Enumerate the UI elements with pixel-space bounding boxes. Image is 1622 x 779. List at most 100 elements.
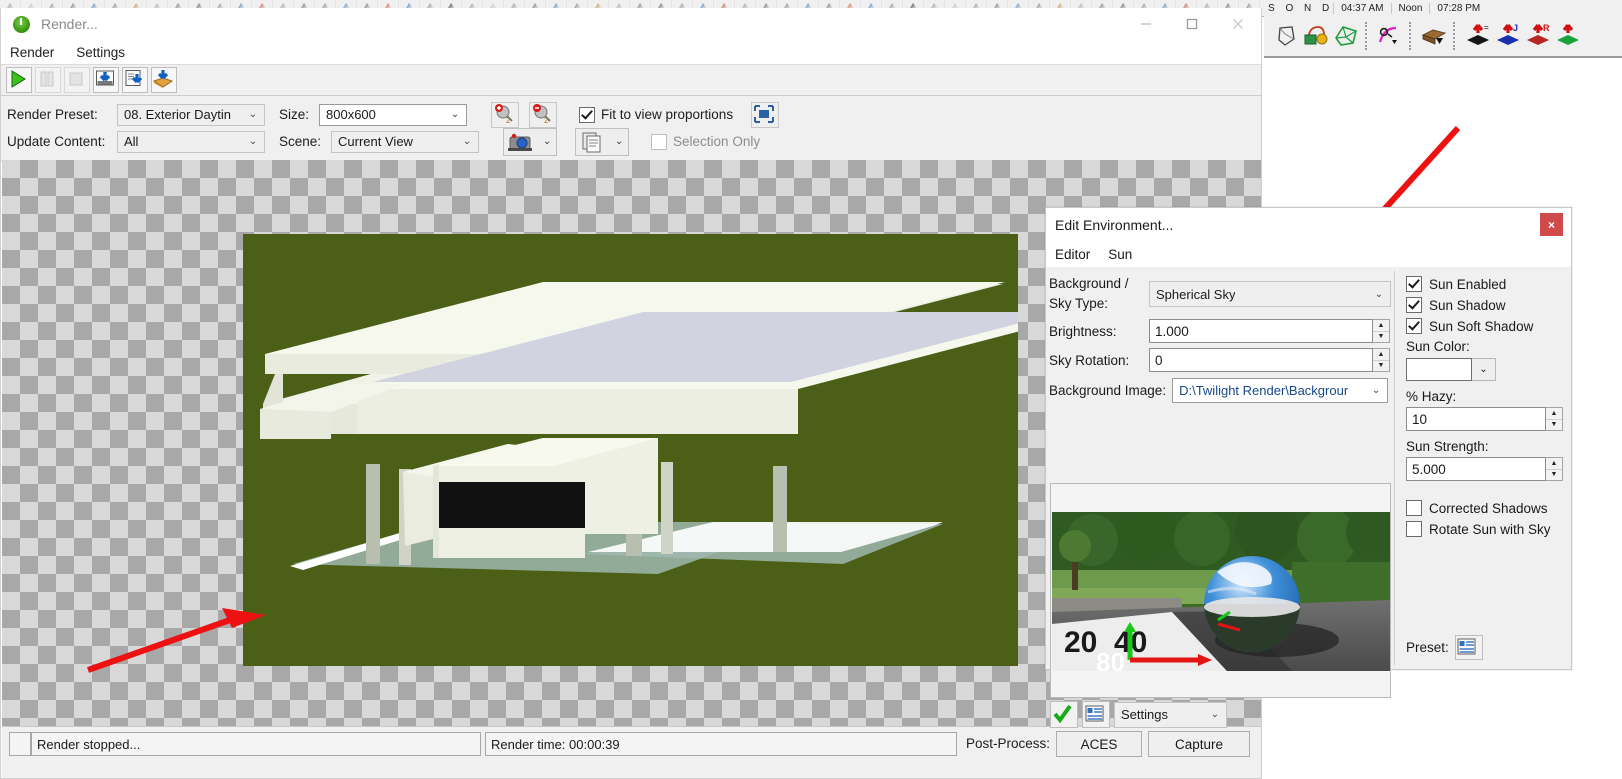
preview-action-row: Settings ⌄: [1050, 701, 1227, 728]
list-icon[interactable]: [1082, 701, 1110, 728]
sky-rotation-input[interactable]: 0: [1149, 348, 1373, 372]
spinner-down-icon[interactable]: ▼: [1546, 470, 1562, 481]
chevron-down-icon: ⌄: [1374, 288, 1384, 300]
chevron-down-icon[interactable]: ⌄: [1472, 358, 1496, 381]
capture-button[interactable]: Capture: [1148, 731, 1251, 757]
solid-tools-icon[interactable]: [1272, 22, 1300, 50]
selection-only-label: Selection Only: [673, 134, 761, 149]
camera-dropdown-button[interactable]: ⌄: [503, 127, 558, 156]
sun-strength-value: 5.000: [1412, 461, 1446, 477]
background-image-select[interactable]: D:\Twilight Render\Backgrour ⌄: [1172, 378, 1389, 403]
render-options-row-2: Update Content: All ⌄ Scene: Current Vie…: [7, 127, 1261, 156]
env-dialog-menubar[interactable]: Editor Sun: [1046, 242, 1571, 267]
sky-rotation-spinner[interactable]: ▲ ▼: [1373, 348, 1390, 372]
preset-icon[interactable]: [1454, 635, 1483, 660]
minimize-button[interactable]: [1123, 8, 1169, 40]
sun-color-swatch[interactable]: [1406, 358, 1472, 381]
env-menu-editor[interactable]: Editor: [1055, 247, 1090, 262]
sun-enabled-row[interactable]: Sun Enabled: [1406, 276, 1571, 292]
render-window-menubar[interactable]: Render Settings: [1, 40, 1261, 64]
push-blue-icon[interactable]: J: [1494, 22, 1522, 50]
close-icon: ×: [1547, 217, 1555, 232]
spinner-down-icon[interactable]: ▼: [1546, 420, 1562, 431]
sandbox-smoove-icon[interactable]: [1302, 22, 1330, 50]
push-red-icon[interactable]: R: [1524, 22, 1552, 50]
capture-button-label: Capture: [1175, 736, 1224, 752]
selection-only-checkbox[interactable]: [651, 133, 668, 150]
push-wood-icon[interactable]: [1420, 22, 1448, 50]
brightness-input[interactable]: 1.000: [1149, 319, 1373, 343]
render-toolbar[interactable]: [1, 64, 1261, 96]
rotate-sun-checkbox[interactable]: [1406, 521, 1422, 537]
hazy-input[interactable]: 10: [1406, 407, 1546, 431]
spinner-up-icon[interactable]: ▲: [1373, 349, 1389, 361]
fit-to-view-label: Fit to view proportions: [601, 107, 734, 122]
toolbar-separator: [1409, 22, 1415, 50]
noon-label: Noon: [1390, 2, 1430, 14]
corrected-shadows-checkbox[interactable]: [1406, 500, 1422, 516]
size-label: Size:: [279, 107, 310, 122]
size-select[interactable]: 800x600 ⌄: [319, 103, 468, 126]
start-render-button[interactable]: [6, 67, 32, 93]
render-window-title: Render...: [41, 16, 98, 32]
corrected-shadows-row[interactable]: Corrected Shadows: [1406, 500, 1571, 516]
sun-soft-shadow-row[interactable]: Sun Soft Shadow: [1406, 318, 1571, 334]
zoom-out-icon[interactable]: 2: [529, 101, 558, 128]
spinner-up-icon[interactable]: ▲: [1546, 458, 1562, 470]
spinner-up-icon[interactable]: ▲: [1373, 320, 1389, 332]
chevron-down-icon[interactable]: ⌄: [538, 136, 556, 147]
green-check-icon[interactable]: [1050, 701, 1078, 728]
bezier-curve-icon[interactable]: [1376, 22, 1404, 50]
sun-strength-spinner[interactable]: ▲ ▼: [1546, 457, 1563, 481]
fit-to-view-checkbox[interactable]: [579, 106, 596, 123]
rotate-sun-row[interactable]: Rotate Sun with Sky: [1406, 521, 1571, 537]
spinner-down-icon[interactable]: ▼: [1373, 361, 1389, 372]
edit-environment-dialog: Edit Environment... × Editor Sun Backgro…: [1045, 207, 1572, 728]
pages-dropdown-button[interactable]: ⌄: [575, 127, 630, 156]
brightness-spinner[interactable]: ▲ ▼: [1373, 319, 1390, 343]
push-green-icon[interactable]: [1554, 22, 1582, 50]
chevron-down-icon[interactable]: ⌄: [610, 136, 628, 147]
background-image-value: D:\Twilight Render\Backgrour: [1179, 383, 1349, 398]
pages-icon[interactable]: [576, 130, 610, 154]
sketchup-secondary-toolbar[interactable]: = J R: [1264, 16, 1622, 58]
sun-soft-shadow-checkbox[interactable]: [1406, 318, 1422, 334]
render-preset-select[interactable]: 08. Exterior Daytin ⌄: [117, 103, 265, 126]
maximize-button[interactable]: [1169, 8, 1215, 40]
zoom-in-icon[interactable]: 2: [491, 101, 520, 128]
hazy-spinner[interactable]: ▲ ▼: [1546, 407, 1563, 431]
background-image-row: Background Image: D:\Twilight Render\Bac…: [1049, 378, 1394, 403]
aces-button[interactable]: ACES: [1056, 731, 1143, 757]
hazy-value: 10: [1412, 411, 1428, 427]
fit-region-icon[interactable]: [751, 101, 780, 128]
push-black-icon[interactable]: =: [1464, 22, 1492, 50]
brightness-value: 1.000: [1155, 323, 1189, 339]
scene-select[interactable]: Current View ⌄: [331, 130, 480, 153]
update-content-select[interactable]: All ⌄: [117, 130, 265, 153]
save-document-button[interactable]: [122, 67, 148, 93]
sun-enabled-checkbox[interactable]: [1406, 276, 1422, 292]
settings-select[interactable]: Settings ⌄: [1114, 701, 1227, 728]
open-box-button[interactable]: [151, 67, 177, 93]
spinner-down-icon[interactable]: ▼: [1373, 332, 1389, 343]
camera-icon[interactable]: [504, 130, 538, 154]
save-image-button[interactable]: [93, 67, 119, 93]
environment-preview-box[interactable]: 20 40 80: [1050, 483, 1391, 698]
menu-render[interactable]: Render: [10, 45, 54, 60]
pause-render-button[interactable]: [35, 67, 61, 93]
menu-settings[interactable]: Settings: [76, 45, 125, 60]
close-button[interactable]: [1215, 8, 1261, 40]
toolbar-separator: [1365, 22, 1371, 50]
sun-color-picker[interactable]: ⌄: [1406, 358, 1571, 381]
spinner-up-icon[interactable]: ▲: [1546, 408, 1562, 420]
sun-shadow-checkbox[interactable]: [1406, 297, 1422, 313]
svg-text:80: 80: [1096, 647, 1125, 671]
env-close-button[interactable]: ×: [1540, 213, 1563, 236]
sun-strength-input[interactable]: 5.000: [1406, 457, 1546, 481]
sky-type-select[interactable]: Spherical Sky ⌄: [1149, 281, 1391, 307]
toolbar-separator: [1453, 22, 1459, 50]
env-menu-sun[interactable]: Sun: [1108, 247, 1132, 262]
sandbox-from-contours-icon[interactable]: [1332, 22, 1360, 50]
sun-shadow-row[interactable]: Sun Shadow: [1406, 297, 1571, 313]
stop-render-button[interactable]: [64, 67, 90, 93]
